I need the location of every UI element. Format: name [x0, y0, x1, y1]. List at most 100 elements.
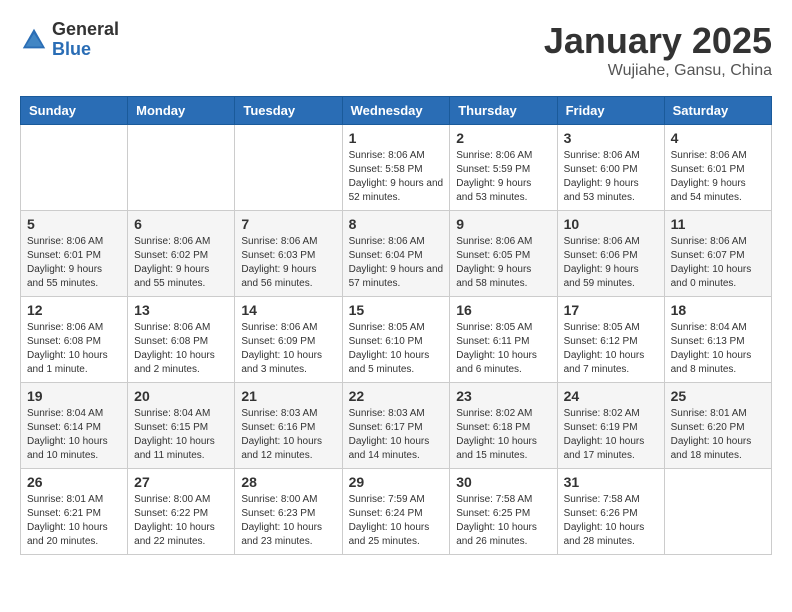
day-info: Sunrise: 8:06 AM Sunset: 6:08 PM Dayligh…	[27, 321, 121, 377]
calendar-cell: 30 Sunrise: 7:58 AM Sunset: 6:25 PM Dayli…	[450, 469, 557, 555]
month-year-title: January 2025	[544, 20, 772, 62]
calendar-cell: 9 Sunrise: 8:06 AM Sunset: 6:05 PM Daylig…	[450, 211, 557, 297]
day-info: Sunrise: 8:04 AM Sunset: 6:13 PM Dayligh…	[671, 321, 765, 377]
day-info: Sunrise: 8:02 AM Sunset: 6:18 PM Dayligh…	[456, 407, 550, 463]
day-info: Sunrise: 8:05 AM Sunset: 6:11 PM Dayligh…	[456, 321, 550, 377]
day-info: Sunrise: 8:02 AM Sunset: 6:19 PM Dayligh…	[564, 407, 658, 463]
calendar-cell: 20 Sunrise: 8:04 AM Sunset: 6:15 PM Dayli…	[128, 383, 235, 469]
column-header-wednesday: Wednesday	[342, 97, 450, 125]
day-info: Sunrise: 8:06 AM Sunset: 6:04 PM Dayligh…	[349, 235, 444, 291]
day-info: Sunrise: 8:06 AM Sunset: 5:59 PM Dayligh…	[456, 149, 550, 205]
column-header-friday: Friday	[557, 97, 664, 125]
day-number: 6	[134, 216, 228, 232]
calendar-cell	[128, 125, 235, 211]
day-info: Sunrise: 8:04 AM Sunset: 6:14 PM Dayligh…	[27, 407, 121, 463]
day-info: Sunrise: 8:06 AM Sunset: 6:08 PM Dayligh…	[134, 321, 228, 377]
calendar-cell: 18Sunrise: 8:04 AM Sunset: 6:13 PM Dayli…	[664, 297, 771, 383]
day-info: Sunrise: 8:01 AM Sunset: 6:21 PM Dayligh…	[27, 493, 121, 549]
day-number: 24	[564, 388, 658, 404]
week-row-5: 26Sunrise: 8:01 AM Sunset: 6:21 PM Dayli…	[21, 469, 772, 555]
calendar-cell: 22 Sunrise: 8:03 AM Sunset: 6:17 PM Dayli…	[342, 383, 450, 469]
calendar-cell: 25 Sunrise: 8:01 AM Sunset: 6:20 PM Dayli…	[664, 383, 771, 469]
day-number: 3	[564, 130, 658, 146]
calendar-cell: 21Sunrise: 8:03 AM Sunset: 6:16 PM Dayli…	[235, 383, 342, 469]
calendar-cell: 27Sunrise: 8:00 AM Sunset: 6:22 PM Dayli…	[128, 469, 235, 555]
day-number: 14	[241, 302, 335, 318]
day-number: 22	[349, 388, 444, 404]
column-header-thursday: Thursday	[450, 97, 557, 125]
day-info: Sunrise: 8:06 AM Sunset: 6:02 PM Dayligh…	[134, 235, 228, 291]
calendar-cell: 6 Sunrise: 8:06 AM Sunset: 6:02 PM Daylig…	[128, 211, 235, 297]
day-info: Sunrise: 8:01 AM Sunset: 6:20 PM Dayligh…	[671, 407, 765, 463]
day-number: 2	[456, 130, 550, 146]
day-info: Sunrise: 7:59 AM Sunset: 6:24 PM Dayligh…	[349, 493, 444, 549]
calendar-cell: 16 Sunrise: 8:05 AM Sunset: 6:11 PM Dayli…	[450, 297, 557, 383]
calendar-header-row: SundayMondayTuesdayWednesdayThursdayFrid…	[21, 97, 772, 125]
calendar-cell	[21, 125, 128, 211]
day-number: 30	[456, 474, 550, 490]
day-number: 4	[671, 130, 765, 146]
day-info: Sunrise: 8:04 AM Sunset: 6:15 PM Dayligh…	[134, 407, 228, 463]
day-number: 12	[27, 302, 121, 318]
calendar-cell: 13 Sunrise: 8:06 AM Sunset: 6:08 PM Dayli…	[128, 297, 235, 383]
day-info: Sunrise: 7:58 AM Sunset: 6:25 PM Dayligh…	[456, 493, 550, 549]
day-info: Sunrise: 8:06 AM Sunset: 6:03 PM Dayligh…	[241, 235, 335, 291]
day-number: 19	[27, 388, 121, 404]
day-info: Sunrise: 8:06 AM Sunset: 6:05 PM Dayligh…	[456, 235, 550, 291]
column-header-sunday: Sunday	[21, 97, 128, 125]
logo-text: General Blue	[52, 20, 119, 60]
logo-blue-text: Blue	[52, 40, 119, 60]
day-number: 8	[349, 216, 444, 232]
calendar-cell: 23 Sunrise: 8:02 AM Sunset: 6:18 PM Dayli…	[450, 383, 557, 469]
location-subtitle: Wujiahe, Gansu, China	[544, 62, 772, 80]
day-number: 7	[241, 216, 335, 232]
column-header-saturday: Saturday	[664, 97, 771, 125]
week-row-1: 1 Sunrise: 8:06 AM Sunset: 5:58 PM Daylig…	[21, 125, 772, 211]
day-info: Sunrise: 8:03 AM Sunset: 6:16 PM Dayligh…	[241, 407, 335, 463]
column-header-monday: Monday	[128, 97, 235, 125]
day-number: 25	[671, 388, 765, 404]
calendar-cell: 10Sunrise: 8:06 AM Sunset: 6:06 PM Dayli…	[557, 211, 664, 297]
page-header: General Blue January 2025 Wujiahe, Gansu…	[20, 20, 772, 80]
calendar-cell: 12 Sunrise: 8:06 AM Sunset: 6:08 PM Dayli…	[21, 297, 128, 383]
calendar-cell: 26Sunrise: 8:01 AM Sunset: 6:21 PM Dayli…	[21, 469, 128, 555]
calendar-cell: 19 Sunrise: 8:04 AM Sunset: 6:14 PM Dayli…	[21, 383, 128, 469]
day-info: Sunrise: 8:05 AM Sunset: 6:10 PM Dayligh…	[349, 321, 444, 377]
day-info: Sunrise: 8:00 AM Sunset: 6:23 PM Dayligh…	[241, 493, 335, 549]
calendar-table: SundayMondayTuesdayWednesdayThursdayFrid…	[20, 96, 772, 555]
logo-general-text: General	[52, 20, 119, 40]
day-number: 23	[456, 388, 550, 404]
day-number: 5	[27, 216, 121, 232]
day-info: Sunrise: 8:06 AM Sunset: 6:01 PM Dayligh…	[671, 149, 765, 205]
title-block: January 2025 Wujiahe, Gansu, China	[544, 20, 772, 80]
logo-icon	[20, 26, 48, 54]
calendar-cell: 2 Sunrise: 8:06 AM Sunset: 5:59 PM Daylig…	[450, 125, 557, 211]
day-number: 28	[241, 474, 335, 490]
calendar-cell: 4 Sunrise: 8:06 AM Sunset: 6:01 PM Daylig…	[664, 125, 771, 211]
day-number: 29	[349, 474, 444, 490]
calendar-cell: 3Sunrise: 8:06 AM Sunset: 6:00 PM Daylig…	[557, 125, 664, 211]
calendar-cell: 8 Sunrise: 8:06 AM Sunset: 6:04 PM Daylig…	[342, 211, 450, 297]
calendar-cell: 7 Sunrise: 8:06 AM Sunset: 6:03 PM Daylig…	[235, 211, 342, 297]
calendar-cell: 29 Sunrise: 7:59 AM Sunset: 6:24 PM Dayli…	[342, 469, 450, 555]
day-number: 1	[349, 130, 444, 146]
calendar-cell: 17Sunrise: 8:05 AM Sunset: 6:12 PM Dayli…	[557, 297, 664, 383]
calendar-cell	[664, 469, 771, 555]
day-number: 16	[456, 302, 550, 318]
column-header-tuesday: Tuesday	[235, 97, 342, 125]
day-number: 20	[134, 388, 228, 404]
day-number: 17	[564, 302, 658, 318]
day-number: 13	[134, 302, 228, 318]
day-info: Sunrise: 8:06 AM Sunset: 6:01 PM Dayligh…	[27, 235, 121, 291]
day-number: 9	[456, 216, 550, 232]
day-info: Sunrise: 8:06 AM Sunset: 5:58 PM Dayligh…	[349, 149, 444, 205]
day-info: Sunrise: 8:00 AM Sunset: 6:22 PM Dayligh…	[134, 493, 228, 549]
day-info: Sunrise: 8:03 AM Sunset: 6:17 PM Dayligh…	[349, 407, 444, 463]
calendar-cell: 1 Sunrise: 8:06 AM Sunset: 5:58 PM Daylig…	[342, 125, 450, 211]
day-number: 10	[564, 216, 658, 232]
calendar-cell: 15Sunrise: 8:05 AM Sunset: 6:10 PM Dayli…	[342, 297, 450, 383]
day-info: Sunrise: 8:06 AM Sunset: 6:09 PM Dayligh…	[241, 321, 335, 377]
calendar-cell: 31Sunrise: 7:58 AM Sunset: 6:26 PM Dayli…	[557, 469, 664, 555]
week-row-2: 5 Sunrise: 8:06 AM Sunset: 6:01 PM Daylig…	[21, 211, 772, 297]
week-row-4: 19 Sunrise: 8:04 AM Sunset: 6:14 PM Dayli…	[21, 383, 772, 469]
